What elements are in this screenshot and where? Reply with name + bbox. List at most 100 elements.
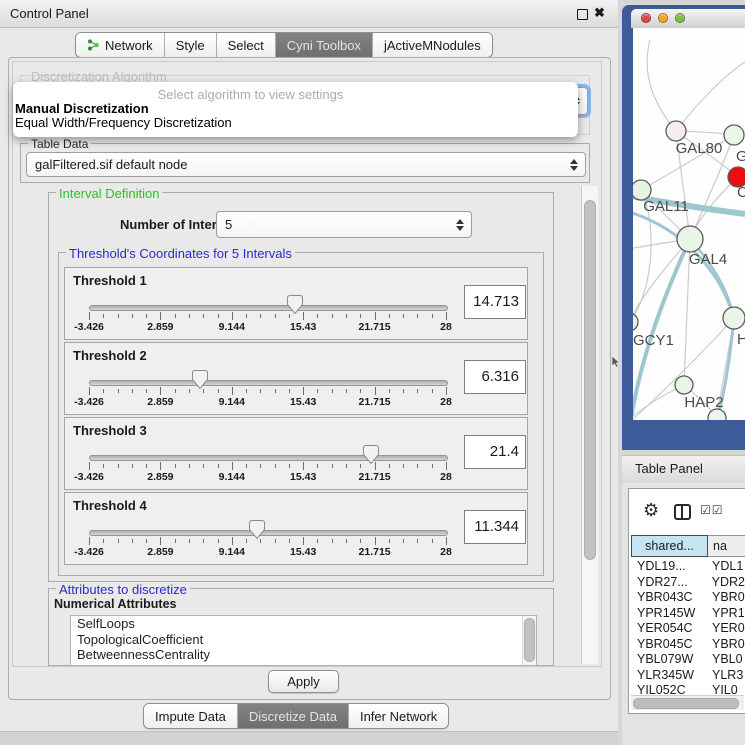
columns-icon[interactable] xyxy=(674,504,691,520)
network-node-hap2[interactable] xyxy=(675,376,693,394)
network-node-gcy1[interactable] xyxy=(633,313,638,331)
table-row[interactable]: YBR043CYBR0 xyxy=(631,590,745,606)
cell-shared-name[interactable]: YIL052C xyxy=(631,683,708,695)
attributes-group-title: Attributes to discretize xyxy=(56,582,190,597)
close-light-icon[interactable] xyxy=(641,13,651,23)
dropdown-placeholder: Select algorithm to view settings xyxy=(13,87,578,102)
slider-scale-label: -3.426 xyxy=(74,546,104,558)
settings-scrollbar[interactable] xyxy=(581,186,598,664)
table-row[interactable]: YIL052CYIL0 xyxy=(631,683,745,695)
slider-scale-labels: -3.4262.8599.14415.4321.71528 xyxy=(89,471,446,483)
table-horizontal-scrollbar[interactable] xyxy=(631,695,744,710)
slider-thumb[interactable] xyxy=(249,520,265,539)
slider-scale-label: 15.43 xyxy=(290,321,316,333)
threshold-value-field[interactable]: 21.4 xyxy=(464,435,526,469)
tab-label: Infer Network xyxy=(360,709,437,724)
threshold-slider-track[interactable] xyxy=(89,305,448,311)
control-panel-tabbar: Network StyleSelectCyni ToolboxjActiveMNo… xyxy=(75,32,493,58)
slider-scale-label: 2.859 xyxy=(147,321,173,333)
float-window-icon[interactable] xyxy=(577,9,588,20)
slider-thumb[interactable] xyxy=(363,445,379,464)
network-node-ga[interactable] xyxy=(724,125,744,145)
cell-name[interactable]: YBR0 xyxy=(708,590,745,606)
settings-scrollbar-thumb[interactable] xyxy=(584,200,596,560)
gear-icon[interactable]: ⚙ xyxy=(643,500,659,521)
cell-name[interactable]: YDR2 xyxy=(708,575,745,591)
cell-shared-name[interactable]: YDL19... xyxy=(631,559,708,575)
cell-name[interactable]: YPR1 xyxy=(708,606,745,622)
cell-shared-name[interactable]: YDR27... xyxy=(631,575,708,591)
tab-style[interactable]: Style xyxy=(165,33,217,57)
attribute-item-topologicalcoefficient[interactable]: TopologicalCoefficient xyxy=(71,632,536,648)
cell-name[interactable]: YIL0 xyxy=(708,683,738,695)
cell-name[interactable]: YER0 xyxy=(708,621,745,637)
close-icon[interactable]: ✖ xyxy=(594,5,605,21)
network-node-gal80[interactable] xyxy=(666,121,686,141)
network-node-gal11[interactable] xyxy=(633,180,651,200)
cell-shared-name[interactable]: YLR345W xyxy=(631,668,708,684)
tab-network[interactable]: Network xyxy=(76,33,165,57)
cell-shared-name[interactable]: YER054C xyxy=(631,621,708,637)
attributes-list[interactable]: SelfLoopsTopologicalCoefficientBetweenne… xyxy=(70,615,537,666)
network-node-label: C xyxy=(737,184,745,201)
threshold-value-field[interactable]: 14.713 xyxy=(464,285,526,319)
threshold-slider-track[interactable] xyxy=(89,530,448,536)
cell-name[interactable]: YBR0 xyxy=(708,637,745,653)
attribute-item-selfloops[interactable]: SelfLoops xyxy=(71,616,536,632)
network-canvas[interactable]: GAL80GACGAL11GAL4HGCY1HAP2 xyxy=(633,28,745,420)
network-node-gal4[interactable] xyxy=(677,226,703,252)
table-data-combobox[interactable]: galFiltered.sif default node xyxy=(26,152,586,177)
cell-shared-name[interactable]: YBR043C xyxy=(631,590,708,606)
cell-name[interactable]: YDL1 xyxy=(708,559,743,575)
table-row[interactable]: YER054CYER0 xyxy=(631,621,745,637)
threshold-slider-track[interactable] xyxy=(89,380,448,386)
threshold-slider-track[interactable] xyxy=(89,455,448,461)
numerical-attributes-label: Numerical Attributes xyxy=(54,597,176,611)
control-panel: Control Panel ✖ NetworkStyleSelectCyni T… xyxy=(0,0,618,732)
table-panel-title: Table Panel xyxy=(635,455,703,482)
tab-infer-network[interactable]: Infer Network xyxy=(349,704,448,728)
attributes-scrollbar-thumb[interactable] xyxy=(524,618,535,662)
network-node-label: GAL4 xyxy=(689,251,727,268)
attributes-list-scrollbar[interactable] xyxy=(522,616,536,665)
slider-scale-label: -3.426 xyxy=(74,396,104,408)
network-tab-icon xyxy=(87,38,100,52)
tab-discretize-data[interactable]: Discretize Data xyxy=(238,704,349,728)
threshold-value-field[interactable]: 11.344 xyxy=(464,510,526,544)
tab-impute-data[interactable]: Impute Data xyxy=(144,704,238,728)
table-hscrollbar-thumb[interactable] xyxy=(633,698,739,709)
slider-scale-label: 9.144 xyxy=(219,396,245,408)
table-row[interactable]: YDL19...YDL1 xyxy=(631,559,745,575)
table-row[interactable]: YPR145WYPR1 xyxy=(631,606,745,622)
dropdown-item-equal-width-frequency-discretization[interactable]: Equal Width/Frequency Discretization xyxy=(13,116,578,130)
num-intervals-combobox[interactable]: 5 xyxy=(216,211,472,238)
zoom-light-icon[interactable] xyxy=(675,13,685,23)
cell-name[interactable]: YLR3 xyxy=(708,668,743,684)
attribute-item-betweennesscentrality[interactable]: BetweennessCentrality xyxy=(71,647,536,663)
table-row[interactable]: YBR045CYBR0 xyxy=(631,637,745,653)
column-header-name[interactable]: na xyxy=(708,535,745,557)
slider-ticks xyxy=(89,312,446,321)
tab-label: Network xyxy=(105,38,153,53)
table-row[interactable]: YDR27...YDR2 xyxy=(631,575,745,591)
cell-shared-name[interactable]: YPR145W xyxy=(631,606,708,622)
threshold-panel: Threshold 1 -3.4262.8599.14415.4321.7152… xyxy=(64,267,528,340)
minimize-light-icon[interactable] xyxy=(658,13,668,23)
cell-shared-name[interactable]: YBR045C xyxy=(631,637,708,653)
dropdown-item-manual-discretization[interactable]: Manual Discretization xyxy=(13,102,578,116)
checkbox-icons[interactable]: ☑☑ xyxy=(700,503,724,517)
tab-jactivemnodules[interactable]: jActiveMNodules xyxy=(373,33,492,57)
column-header-shared-name[interactable]: shared... xyxy=(631,535,708,557)
cell-shared-name[interactable]: YBL079W xyxy=(631,652,708,668)
apply-button[interactable]: Apply xyxy=(268,670,339,693)
tab-select[interactable]: Select xyxy=(217,33,276,57)
cell-name[interactable]: YBL0 xyxy=(708,652,743,668)
slider-ticks xyxy=(89,387,446,396)
threshold-value-field[interactable]: 6.316 xyxy=(464,360,526,394)
network-node-h[interactable] xyxy=(723,307,745,329)
table-row[interactable]: YLR345WYLR3 xyxy=(631,668,745,684)
table-row[interactable]: YBL079WYBL0 xyxy=(631,652,745,668)
slider-thumb[interactable] xyxy=(192,370,208,389)
slider-thumb[interactable] xyxy=(287,295,303,314)
tab-cyni-toolbox[interactable]: Cyni Toolbox xyxy=(276,33,373,57)
